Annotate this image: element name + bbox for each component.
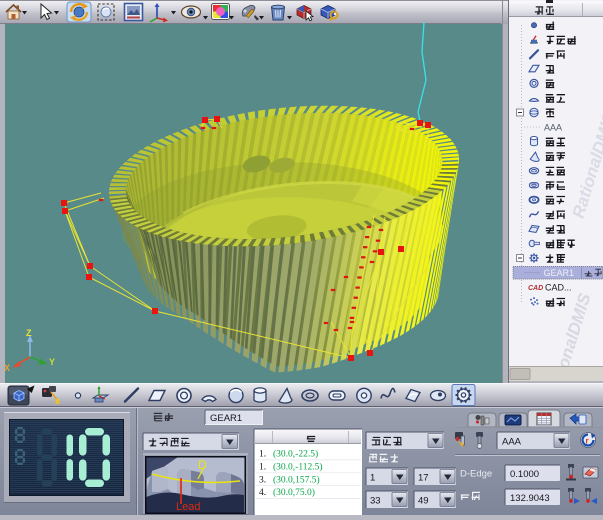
svg-text:GEAR1: GEAR1 bbox=[210, 413, 242, 424]
svg-text:4.: 4. bbox=[259, 488, 266, 498]
svg-text:49: 49 bbox=[418, 496, 429, 507]
svg-text:(30.0,-112.5): (30.0,-112.5) bbox=[273, 461, 323, 472]
svg-text:D-Edge: D-Edge bbox=[460, 469, 492, 480]
svg-text:0.1000: 0.1000 bbox=[510, 469, 539, 480]
svg-text:(30.0,-22.5): (30.0,-22.5) bbox=[273, 449, 318, 460]
svg-text:132.9043: 132.9043 bbox=[510, 493, 550, 504]
svg-text:r: r bbox=[586, 437, 589, 446]
svg-text:GEAR1: GEAR1 bbox=[544, 268, 575, 278]
svg-text:3.: 3. bbox=[259, 475, 266, 485]
svg-text:D: D bbox=[198, 458, 207, 472]
svg-text:(30.0,75.0): (30.0,75.0) bbox=[273, 487, 315, 498]
svg-text:1.: 1. bbox=[259, 462, 266, 472]
svg-text:CAD...: CAD... bbox=[545, 283, 572, 293]
svg-text:Z: Z bbox=[26, 328, 32, 338]
svg-text:CAD: CAD bbox=[528, 285, 543, 292]
svg-text:AAA: AAA bbox=[502, 437, 522, 448]
svg-text:AAA: AAA bbox=[544, 123, 562, 133]
svg-text:1.: 1. bbox=[259, 450, 266, 460]
svg-text:(30.0,157.5): (30.0,157.5) bbox=[273, 474, 320, 485]
svg-text:33: 33 bbox=[370, 496, 381, 507]
svg-text:Y: Y bbox=[49, 357, 55, 367]
svg-text:X: X bbox=[4, 363, 10, 373]
svg-text:Lead: Lead bbox=[176, 501, 200, 513]
svg-text:17: 17 bbox=[418, 473, 429, 484]
svg-text:1: 1 bbox=[370, 473, 375, 484]
